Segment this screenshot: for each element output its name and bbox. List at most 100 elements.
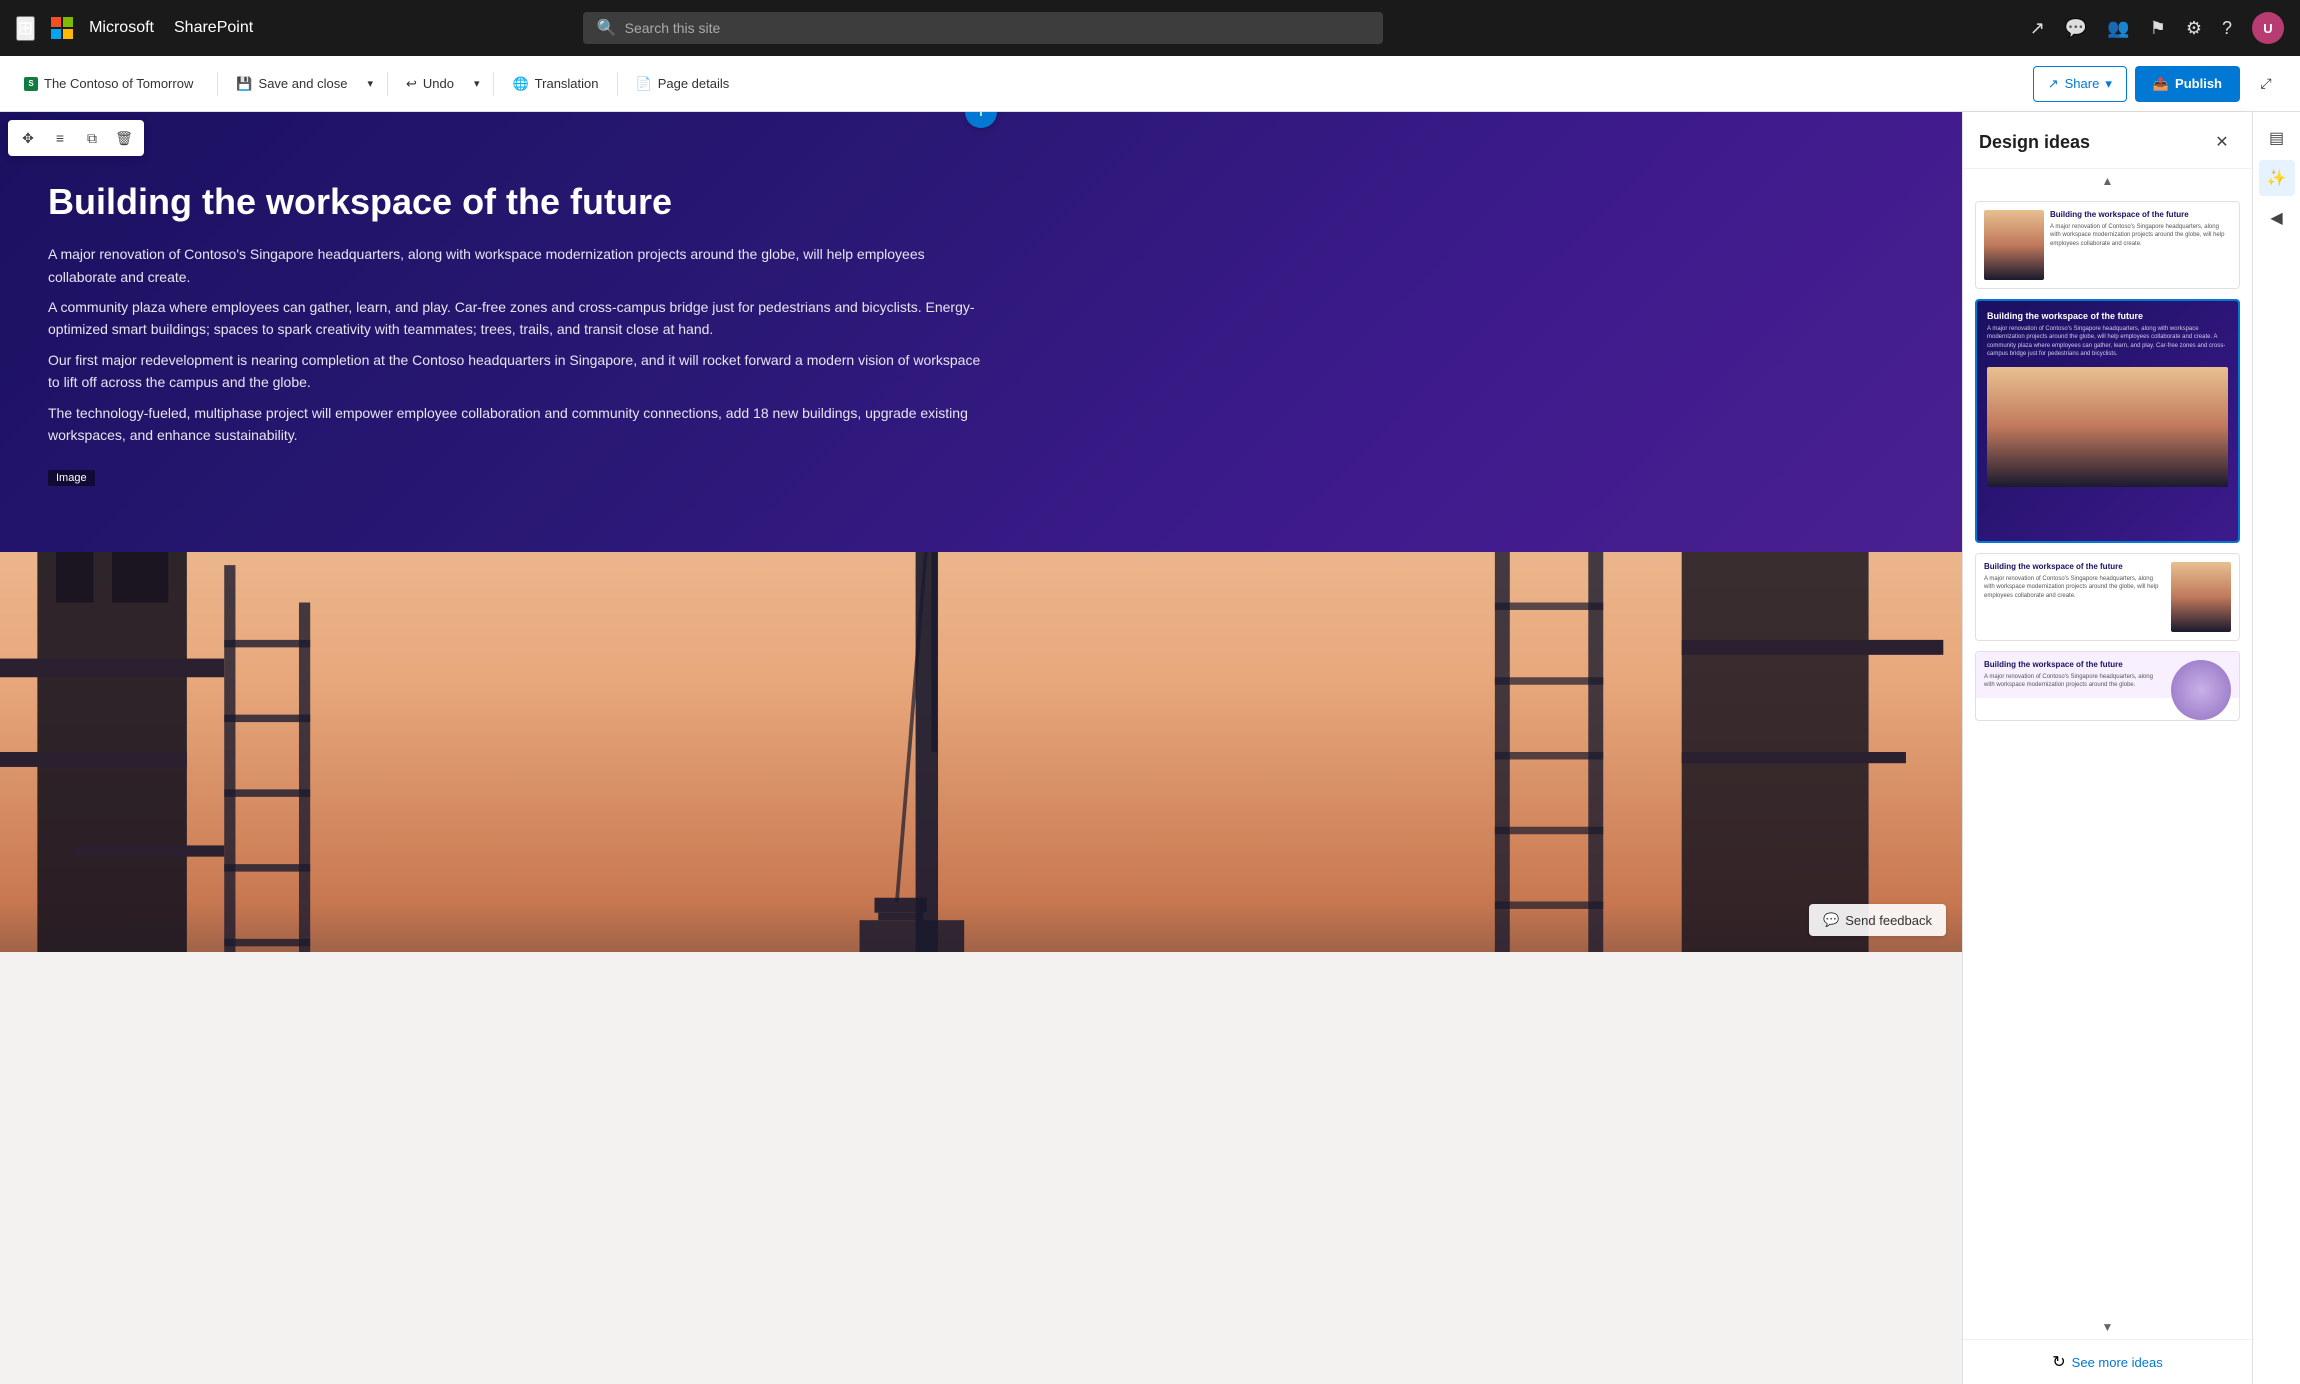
minimize-button[interactable]: ⤢ [2248,66,2284,102]
people-icon[interactable]: 👥 [2107,18,2129,39]
settings-icon[interactable]: ⚙ [2186,18,2202,39]
hero-image-container: 💬 Send feedback [0,552,1962,952]
undo-button[interactable]: ↩ Undo [396,66,464,102]
send-feedback-label: Send feedback [1845,913,1932,928]
panel-scroll-up[interactable]: ▲ [1963,169,2252,193]
divider-4 [617,72,618,96]
save-close-button[interactable]: 💾 Save and close [226,66,357,102]
panel-title: Design ideas [1979,132,2090,153]
panel-header: Design ideas ✕ [1963,112,2252,169]
panel-close-button[interactable]: ✕ [2208,128,2236,156]
design-card-2[interactable]: Building the workspace of the future A m… [1975,299,2240,543]
far-right-layout-btn[interactable]: ▤ [2259,120,2295,156]
design-card-3-image [2171,562,2231,632]
share-button[interactable]: ↗ Share ▾ [2033,66,2127,102]
far-right-collapse-btn[interactable]: ◀ [2259,200,2295,236]
see-more-label: See more ideas [2072,1355,2163,1370]
translate-icon: 🌐 [512,76,528,92]
design-card-3-layout: Building the workspace of the future A m… [1976,554,2239,640]
publish-icon: 📤 [2153,76,2169,92]
toolbar-right: ↗ Share ▾ 📤 Publish ⤢ [2033,66,2284,102]
grid-icon[interactable]: ⊞ [16,16,35,41]
translation-button[interactable]: 🌐 Translation [502,66,608,102]
delete-tool-button[interactable]: 🗑 [110,124,138,152]
design-cards-list[interactable]: Building the workspace of the future A m… [1963,193,2252,1315]
publish-button[interactable]: 📤 Publish [2135,66,2240,102]
plus-icon: + [975,112,987,124]
brand-dot-letter: S [28,79,33,88]
company-name: Microsoft [89,19,154,37]
nav-icons: ↗ 💬 👥 ⚑ ⚙ ? U [2030,12,2284,44]
design-card-2-image [1987,367,2228,487]
copy-tool-button[interactable]: ⧉ [78,124,106,152]
share-nav-icon[interactable]: ↗ [2030,18,2045,39]
see-more-ideas[interactable]: ↻ See more ideas [1963,1339,2252,1384]
page-details-button[interactable]: 📄 Page details [626,66,740,102]
design-card-2-body: A major renovation of Contoso's Singapor… [1987,325,2228,359]
undo-icon: ↩ [406,76,417,92]
design-card-3-body: A major renovation of Contoso's Singapor… [1984,575,2165,600]
design-card-4-layout: Building the workspace of the future A m… [1976,652,2239,698]
image-label: Image [48,470,95,486]
hero-toolbar: ✥ ≡ ⧉ 🗑 [8,120,144,156]
comment-icon[interactable]: 💬 [2065,18,2087,39]
crane-illustration [0,552,1962,952]
design-card-1-text: Building the workspace of the future A m… [2050,210,2231,280]
flag-icon[interactable]: ⚑ [2150,18,2166,39]
undo-label: Undo [423,76,454,91]
top-navigation: ⊞ Microsoft SharePoint 🔍 ↗ 💬 👥 ⚑ ⚙ ? U [0,0,2300,56]
share-chevron-icon: ▾ [2105,76,2112,92]
save-close-label: Save and close [259,76,348,91]
search-icon: 🔍 [597,18,617,38]
brand-label: The Contoso of Tomorrow [44,76,193,91]
hero-para4: The technology-fueled, multiphase projec… [48,402,988,447]
design-card-2-title: Building the workspace of the future [1987,311,2228,321]
move-tool-button[interactable]: ✥ [14,124,42,152]
design-card-3-text: Building the workspace of the future A m… [1984,562,2165,632]
editor-canvas: + ✥ ≡ ⧉ 🗑 Building the workspace of the … [0,112,1962,952]
toolbar-brand: S The Contoso of Tomorrow [16,66,201,102]
ms-logo-blue [51,29,61,39]
send-feedback-button[interactable]: 💬 Send feedback [1809,904,1946,936]
save-close-chevron[interactable]: ▾ [361,66,379,102]
design-card-1-title: Building the workspace of the future [2050,210,2231,219]
divider-2 [387,72,388,96]
help-icon[interactable]: ? [2222,18,2232,39]
hero-image-bg: 💬 Send feedback [0,552,1962,952]
divider-3 [493,72,494,96]
page-details-label: Page details [658,76,730,91]
save-icon: 💾 [236,76,252,92]
design-card-4[interactable]: Building the workspace of the future A m… [1975,651,2240,721]
design-card-1-body: A major renovation of Contoso's Singapor… [2050,223,2231,248]
main-layout: + ✥ ≡ ⧉ 🗑 Building the workspace of the … [0,112,2300,1384]
refresh-icon: ↻ [2052,1352,2065,1372]
panel-scroll-down[interactable]: ▼ [1963,1315,2252,1339]
hero-para1: A major renovation of Contoso's Singapor… [48,243,988,288]
design-card-3[interactable]: Building the workspace of the future A m… [1975,553,2240,641]
design-ideas-panel: Design ideas ✕ ▲ Building the workspace … [1962,112,2252,1384]
toolbar: S The Contoso of Tomorrow 💾 Save and clo… [0,56,2300,112]
toolbar-left: S The Contoso of Tomorrow 💾 Save and clo… [16,66,2029,102]
share-icon: ↗ [2048,76,2059,92]
search-input[interactable] [625,20,1369,36]
brand-dot: S [24,77,38,91]
hero-section: ✥ ≡ ⧉ 🗑 Building the workspace of the fu… [0,112,1962,552]
design-card-1-image [1984,210,2044,280]
app-name: SharePoint [174,19,253,37]
design-card-3-title: Building the workspace of the future [1984,562,2165,571]
undo-chevron[interactable]: ▾ [468,66,486,102]
feedback-icon: 💬 [1823,912,1839,928]
design-card-1[interactable]: Building the workspace of the future A m… [1975,201,2240,289]
ms-logo-yellow [63,29,73,39]
design-card-2-layout: Building the workspace of the future A m… [1977,301,2238,541]
ms-logo-green [63,17,73,27]
divider-1 [217,72,218,96]
settings-tool-button[interactable]: ≡ [46,124,74,152]
translation-label: Translation [535,76,599,91]
search-box[interactable]: 🔍 [583,12,1383,44]
design-card-1-layout: Building the workspace of the future A m… [1976,202,2239,288]
page-icon: 📄 [636,76,652,92]
editor-area[interactable]: + ✥ ≡ ⧉ 🗑 Building the workspace of the … [0,112,1962,1384]
far-right-wand-btn[interactable]: ✨ [2259,160,2295,196]
avatar[interactable]: U [2252,12,2284,44]
